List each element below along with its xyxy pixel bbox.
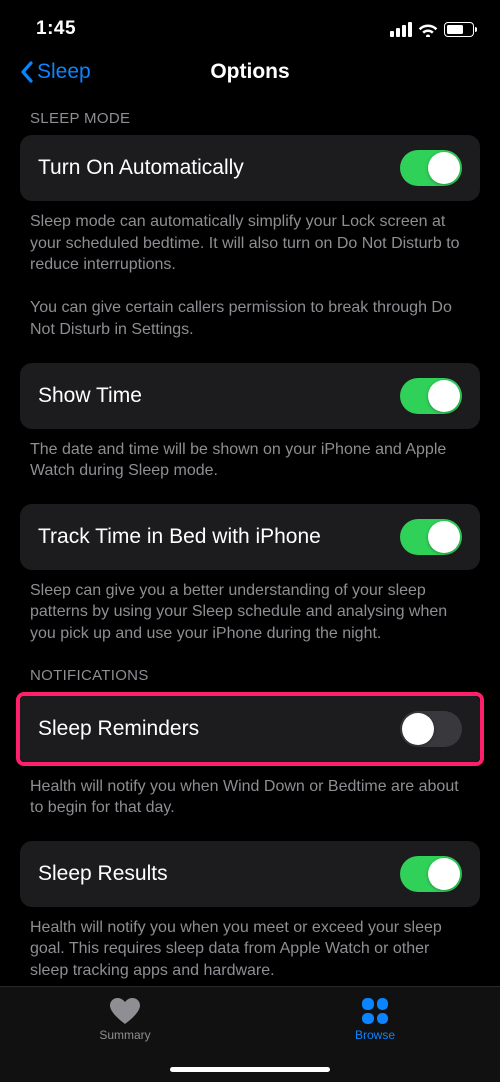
tab-browse[interactable]: Browse xyxy=(250,997,500,1042)
sleep-results-row: Sleep Results xyxy=(20,841,480,907)
home-indicator[interactable] xyxy=(170,1067,330,1072)
sleep-results-label: Sleep Results xyxy=(38,862,168,886)
chevron-left-icon xyxy=(20,61,34,83)
sleep-results-footer: Health will notify you when you meet or … xyxy=(30,917,470,982)
sleep-reminders-row: Sleep Reminders xyxy=(20,696,480,762)
show-time-label: Show Time xyxy=(38,384,142,408)
back-button[interactable]: Sleep xyxy=(20,60,91,84)
nav-bar: Sleep Options xyxy=(0,48,500,98)
heart-icon xyxy=(110,997,140,1025)
back-label: Sleep xyxy=(37,60,91,84)
content: SLEEP MODE Turn On Automatically Sleep m… xyxy=(0,110,500,982)
show-time-row: Show Time xyxy=(20,363,480,429)
track-time-footer: Sleep can give you a better understandin… xyxy=(30,580,470,645)
sleep-reminders-toggle[interactable] xyxy=(400,711,462,747)
section-header-notifications: NOTIFICATIONS xyxy=(30,667,470,684)
status-bar: 1:45 xyxy=(0,0,500,48)
battery-icon xyxy=(444,22,474,37)
status-indicators xyxy=(390,22,474,37)
sleep-reminders-label: Sleep Reminders xyxy=(38,717,199,741)
status-time: 1:45 xyxy=(36,18,76,40)
turn-on-automatically-label: Turn On Automatically xyxy=(38,156,244,180)
show-time-toggle[interactable] xyxy=(400,378,462,414)
show-time-footer: The date and time will be shown on your … xyxy=(30,439,470,482)
tab-summary[interactable]: Summary xyxy=(0,997,250,1042)
grid-icon xyxy=(360,997,390,1025)
tab-summary-label: Summary xyxy=(99,1028,150,1042)
wifi-icon xyxy=(418,22,438,37)
track-time-row: Track Time in Bed with iPhone xyxy=(20,504,480,570)
section-header-sleep-mode: SLEEP MODE xyxy=(30,110,470,127)
track-time-toggle[interactable] xyxy=(400,519,462,555)
turn-on-automatically-footer: Sleep mode can automatically simplify yo… xyxy=(30,211,470,341)
page-title: Options xyxy=(210,60,289,84)
tab-browse-label: Browse xyxy=(355,1028,395,1042)
highlight-annotation: Sleep Reminders xyxy=(16,692,484,766)
turn-on-automatically-row: Turn On Automatically xyxy=(20,135,480,201)
sleep-reminders-footer: Health will notify you when Wind Down or… xyxy=(30,776,470,819)
cellular-icon xyxy=(390,22,412,37)
track-time-label: Track Time in Bed with iPhone xyxy=(38,525,321,549)
sleep-results-toggle[interactable] xyxy=(400,856,462,892)
turn-on-automatically-toggle[interactable] xyxy=(400,150,462,186)
